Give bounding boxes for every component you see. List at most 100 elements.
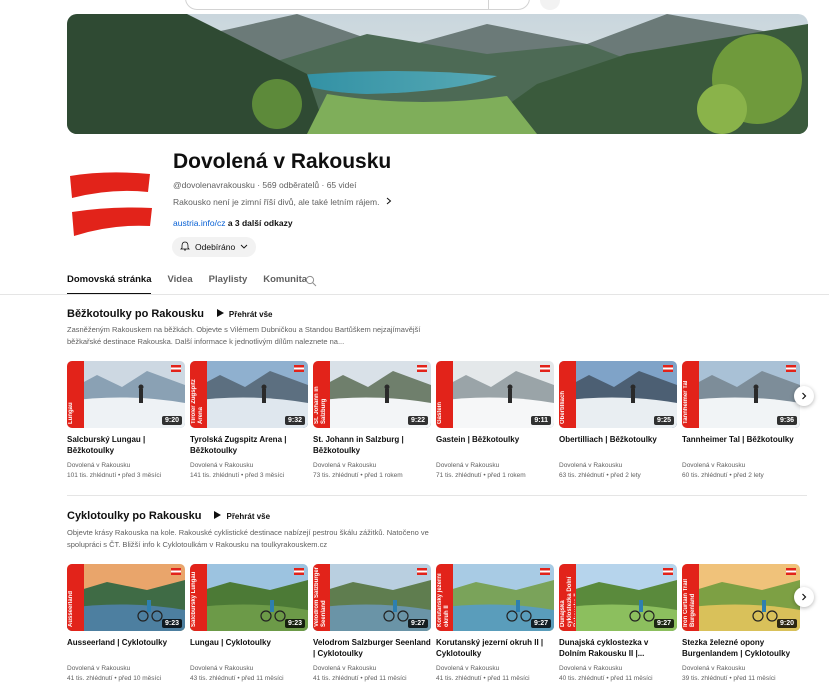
video-title[interactable]: Lungau | Cyklotoulky [190,637,308,659]
video-row: Lungau 9:20 Salcburský Lungau | Běžkotou… [67,361,800,481]
section-title[interactable]: Cyklotoulky po Rakousku [67,510,201,522]
video-duration: 9:22 [407,416,428,425]
video-stats: 41 tis. zhlédnutí • před 10 měsíci [67,675,162,682]
video-channel[interactable]: Dovolená v Rakousku [682,461,800,471]
search-icon[interactable] [305,274,317,292]
play-all-button[interactable]: Přehrát vše [213,511,270,521]
video-duration: 9:11 [531,416,551,425]
play-icon [213,511,222,521]
video-title[interactable]: Salcburský Lungau | Běžkotoulky [67,434,185,456]
subscribe-label: Odebíráno [195,242,236,252]
video-thumbnail[interactable]: Ausseerland 9:23 [67,564,185,631]
section-description: Objevte krásy Rakouska na kole. Rakouské… [67,528,429,549]
channel-description[interactable]: Rakousko není je zimní říší divů, ale ta… [173,197,393,207]
video-channel[interactable]: Dovolená v Rakousku [67,461,185,471]
video-row: Ausseerland 9:23 Ausseerland | Cyklotoul… [67,564,800,682]
video-title[interactable]: Velodrom Salzburger Seenland | Cyklotoul… [313,637,431,659]
video-title[interactable]: Tannheimer Tal | Běžkotoulky [682,434,800,456]
more-links[interactable]: a 3 další odkazy [225,218,293,228]
video-title[interactable]: St. Johann in Salzburg | Běžkotoulky [313,434,431,456]
tab-videos[interactable]: Videa [167,274,192,294]
video-channel[interactable]: Dovolená v Rakousku [559,664,677,674]
austria-flag-icon [786,365,796,372]
video-title[interactable]: Gastein | Běžkotoulky [436,434,554,456]
video-title[interactable]: Stezka železné opony Burgenlandem | Cykl… [682,637,800,659]
video-channel[interactable]: Dovolená v Rakousku [313,461,431,471]
tab-home[interactable]: Domovská stránka [67,274,152,295]
video-stats: 41 tis. zhlédnutí • před 11 měsíci [313,675,407,682]
next-arrow-button[interactable] [794,386,814,406]
video-thumbnail[interactable]: Lungau 9:20 [67,361,185,428]
video-channel[interactable]: Dovolená v Rakousku [559,461,677,471]
ribbon-label: Obertilliach [560,390,566,424]
video-duration: 9:27 [530,619,551,628]
video-thumbnail[interactable]: Korutanský jezerní okruh II 9:27 [436,564,554,631]
subscribe-button[interactable]: Odebíráno [172,237,256,257]
bell-icon [180,241,190,253]
video-thumbnail[interactable]: Salcburský Lungau 9:23 [190,564,308,631]
mic-button[interactable] [540,0,560,10]
austria-flag-icon [786,568,796,575]
video-card[interactable]: Obertilliach 9:25 Obertilliach | Běžkoto… [559,361,677,481]
section-title[interactable]: Běžkotoulky po Rakousku [67,308,204,320]
video-stats: 71 tis. zhlédnutí • před 1 rokem [436,472,526,479]
tab-community[interactable]: Komunita [263,274,307,294]
search-bar[interactable] [185,0,530,10]
video-channel[interactable]: Dovolená v Rakousku [436,664,554,674]
thumbnail-ribbon: Salcburský Lungau [190,564,207,631]
video-duration: 9:20 [161,416,182,425]
video-duration: 9:25 [653,416,674,425]
video-thumbnail[interactable]: Velodrom Salzburger Seenland 9:27 [313,564,431,631]
video-channel[interactable]: Dovolená v Rakousku [190,664,308,674]
chevron-right-icon [800,588,808,606]
tab-playlists[interactable]: Playlisty [209,274,248,294]
next-arrow-button[interactable] [794,587,814,607]
ribbon-label: Velodrom Salzburger Seenland [314,566,327,627]
video-card[interactable]: Salcburský Lungau 9:23 Lungau | Cyklotou… [190,564,308,682]
video-card[interactable]: Gastein 9:11 Gastein | Běžkotoulky Dovol… [436,361,554,481]
ribbon-label: St. Johann in Salzburg [314,386,327,424]
austria-flag-icon [540,365,550,372]
video-thumbnail[interactable]: Tiroler Zugspitz Arena 9:32 [190,361,308,428]
video-card[interactable]: Tiroler Zugspitz Arena 9:32 Tyrolská Zug… [190,361,308,481]
video-stats: 40 tis. zhlédnutí • před 11 měsíci [559,675,653,682]
video-title[interactable]: Ausseerland | Cyklotoulky [67,637,185,659]
video-title[interactable]: Dunajská cyklostezka v Dolním Rakousku I… [559,637,677,659]
video-thumbnail[interactable]: Iron Curtain Trail Burgenland 9:20 [682,564,800,631]
video-thumbnail[interactable]: Gastein 9:11 [436,361,554,428]
tabs-divider [0,294,829,295]
thumbnail-ribbon: Tannheimer Tal [682,361,699,428]
video-thumbnail[interactable]: Obertilliach 9:25 [559,361,677,428]
play-all-button[interactable]: Přehrát vše [216,309,273,319]
search-divider [488,0,489,9]
video-thumbnail[interactable]: St. Johann in Salzburg 9:22 [313,361,431,428]
austria-flag-icon [294,568,304,575]
chevron-down-icon [240,242,248,252]
ribbon-label: Salcburský Lungau [191,571,197,627]
video-title[interactable]: Tyrolská Zugspitz Arena | Běžkotoulky [190,434,308,456]
chevron-right-icon [800,387,808,405]
section-divider [67,495,807,496]
video-card[interactable]: Korutanský jezerní okruh II 9:27 Korutan… [436,564,554,682]
video-card[interactable]: Iron Curtain Trail Burgenland 9:20 Stezk… [682,564,800,682]
video-card[interactable]: Ausseerland 9:23 Ausseerland | Cyklotoul… [67,564,185,682]
video-thumbnail[interactable]: Tannheimer Tal 9:36 [682,361,800,428]
video-card[interactable]: Velodrom Salzburger Seenland 9:27 Velodr… [313,564,431,682]
video-title[interactable]: Obertilliach | Běžkotoulky [559,434,677,456]
video-card[interactable]: Lungau 9:20 Salcburský Lungau | Běžkotou… [67,361,185,481]
video-card[interactable]: Tannheimer Tal 9:36 Tannheimer Tal | Běž… [682,361,800,481]
channel-link[interactable]: austria.info/cz [173,218,225,228]
video-card[interactable]: St. Johann in Salzburg 9:22 St. Johann i… [313,361,431,481]
channel-description-text: Rakousko není je zimní říší divů, ale ta… [173,197,380,207]
video-title[interactable]: Korutanský jezerní okruh II | Cyklotoulk… [436,637,554,659]
ribbon-label: Ausseerland [68,590,74,627]
channel-links[interactable]: austria.info/cz a 3 další odkazy [173,218,293,228]
play-icon [216,309,224,319]
video-card[interactable]: Dunajská cyklostezka Dolní Rakousko II 9… [559,564,677,682]
video-thumbnail[interactable]: Dunajská cyklostezka Dolní Rakousko II 9… [559,564,677,631]
video-channel[interactable]: Dovolená v Rakousku [436,461,554,471]
video-channel[interactable]: Dovolená v Rakousku [190,461,308,471]
video-channel[interactable]: Dovolená v Rakousku [67,664,185,674]
video-channel[interactable]: Dovolená v Rakousku [313,664,431,674]
video-channel[interactable]: Dovolená v Rakousku [682,664,800,674]
